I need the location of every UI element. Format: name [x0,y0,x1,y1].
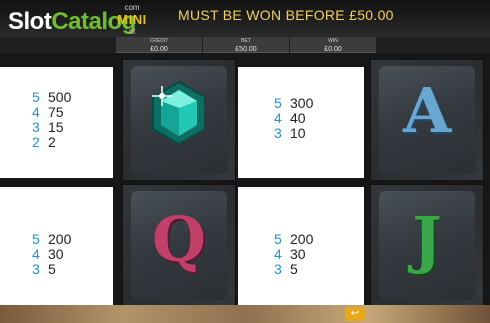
gem-pays: 5 500 4 75 3 15 22 [32,90,71,150]
jack-pays: 5 200 4 30 35 [274,232,313,277]
queen-pays: 5 200 4 30 35 [32,232,71,277]
gem-icon [152,80,206,146]
must-be-won-message: MUST BE WON BEFORE £50.00 [178,7,394,23]
pay-amount: 2 [48,134,56,150]
credit-value: £0.00 [150,46,168,53]
pay-count: 5 [274,95,282,111]
pay-count: 5 [32,89,40,105]
pay-amount: 5 [48,261,56,277]
pay-row: 4 30 [32,247,71,262]
pay-row: 3 15 [32,120,71,135]
pay-amount: 30 [48,246,64,262]
pay-count: 3 [274,125,282,141]
mini-jackpot-badge: com MINI ot [117,2,147,36]
pay-row: 4 30 [274,247,313,262]
top-header: SlotCatalog com MINI ot MUST BE WON BEFO… [0,0,490,37]
pay-row: 5 200 [32,232,71,247]
pay-count: 3 [32,119,40,135]
pay-count: 4 [274,110,282,126]
pay-amount: 30 [290,246,306,262]
logo-slot-text: Slot [8,8,52,35]
pay-amount: 500 [48,89,72,105]
pay-count: 4 [32,104,40,120]
pay-count: 5 [274,231,282,247]
paytable-grid: 5 500 4 75 3 15 22 5 300 4 40 3 10 A 5 200 4 30 … [0,53,490,307]
pay-row: 35 [274,262,313,277]
pay-row: 22 [32,135,71,150]
pay-amount: 200 [290,231,314,247]
win-box: WIN £0.00 [290,37,376,53]
queen-symbol-tile: Q [122,184,236,307]
pay-count: 3 [32,261,40,277]
pay-row: 3 10 [274,126,313,141]
pay-amount: 75 [48,104,64,120]
pay-row: 4 75 [32,105,71,120]
pay-amount: 300 [290,95,314,111]
win-value: £0.00 [324,46,342,53]
badge-mini-text: MINI [117,12,147,27]
jack-symbol-tile: J [370,184,484,307]
gem-symbol-tile [122,59,236,181]
pay-row: 5 200 [274,232,313,247]
pay-amount: 5 [290,261,298,277]
credit-box: CREDIT £0.00 [116,37,202,53]
bet-box: BET £50.00 [203,37,289,53]
ace-symbol-letter: A [402,74,452,147]
pay-row: 4 40 [274,111,313,126]
credit-label: CREDIT [149,38,169,44]
arrow-icon[interactable]: ↩ [345,307,365,321]
win-label: WIN [328,38,338,44]
stats-bar: CREDIT £0.00 BET £50.00 WIN £0.00 [0,37,490,53]
bottom-scene-strip [0,305,490,323]
pay-amount: 200 [48,231,72,247]
pay-row: 35 [32,262,71,277]
bet-label: BET [241,38,251,44]
ace-pays: 5 300 4 40 3 10 [274,96,313,141]
pay-count: 4 [274,246,282,262]
pay-row: 5 300 [274,96,313,111]
queen-symbol-letter: Q [151,203,206,276]
pay-amount: 15 [48,119,64,135]
jack-symbol-letter: J [412,203,442,276]
pay-amount: 40 [290,110,306,126]
bet-value: £50.00 [235,46,257,53]
pay-count: 5 [32,231,40,247]
pay-row: 5 500 [32,90,71,105]
pay-count: 4 [32,246,40,262]
pay-count: 2 [32,134,40,150]
pay-count: 3 [274,261,282,277]
ace-symbol-tile: A [370,59,484,181]
pay-amount: 10 [290,125,306,141]
